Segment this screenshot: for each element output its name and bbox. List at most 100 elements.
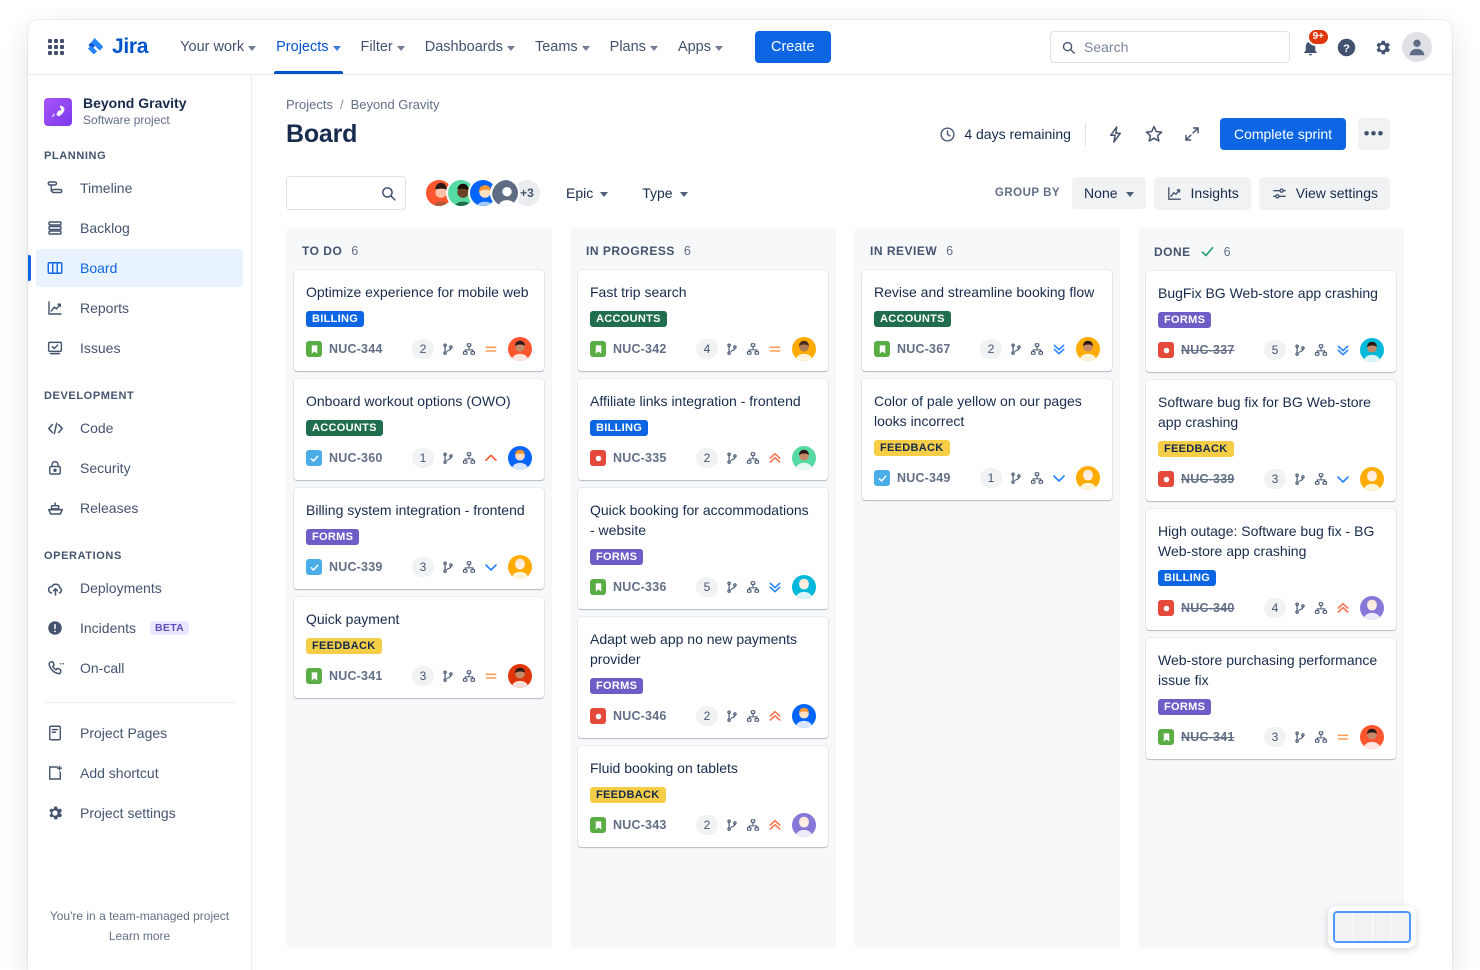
epic-label[interactable]: BILLING	[590, 420, 648, 436]
issue-key[interactable]: NUC-367	[897, 342, 951, 356]
story-points-badge[interactable]: 2	[696, 815, 718, 835]
board-minimap[interactable]	[1328, 906, 1416, 948]
user-avatar-icon[interactable]	[1402, 32, 1432, 62]
story-points-badge[interactable]: 2	[696, 706, 718, 726]
breadcrumb-projects[interactable]: Projects	[286, 97, 333, 112]
issue-key[interactable]: NUC-360	[329, 451, 383, 465]
more-actions-button[interactable]: •••	[1358, 118, 1390, 150]
epic-label[interactable]: FORMS	[306, 529, 359, 545]
epic-label[interactable]: FEEDBACK	[1158, 441, 1234, 457]
epic-filter-dropdown[interactable]: Epic	[556, 178, 618, 208]
insights-button[interactable]: Insights	[1154, 177, 1251, 210]
assignee-avatar[interactable]	[508, 664, 532, 688]
epic-label[interactable]: BILLING	[1158, 570, 1216, 586]
assignee-avatar[interactable]	[792, 446, 816, 470]
sidebar-item-security[interactable]: Security	[36, 449, 243, 487]
nav-item-apps[interactable]: Apps	[668, 20, 733, 74]
issue-key[interactable]: NUC-349	[897, 471, 951, 485]
issue-card[interactable]: Quick booking for accommodations - websi…	[578, 488, 828, 609]
sidebar-item-add-shortcut[interactable]: Add shortcut	[36, 754, 243, 792]
sidebar-item-timeline[interactable]: Timeline	[36, 169, 243, 207]
create-button[interactable]: Create	[755, 31, 831, 63]
issue-card[interactable]: Color of pale yellow on our pages looks …	[862, 379, 1112, 500]
story-points-badge[interactable]: 2	[412, 339, 434, 359]
sidebar-item-project-pages[interactable]: Project Pages	[36, 714, 243, 752]
breadcrumb-project[interactable]: Beyond Gravity	[351, 97, 440, 112]
issue-card[interactable]: High outage: Software bug fix - BG Web-s…	[1146, 509, 1396, 630]
epic-label[interactable]: FEEDBACK	[306, 638, 382, 654]
nav-item-projects[interactable]: Projects	[266, 20, 350, 74]
nav-item-your-work[interactable]: Your work	[170, 20, 266, 74]
assignee-avatar[interactable]	[1360, 467, 1384, 491]
star-icon[interactable]	[1138, 118, 1170, 150]
global-search-input[interactable]: Search	[1050, 31, 1290, 63]
story-points-badge[interactable]: 1	[412, 448, 434, 468]
epic-label[interactable]: FORMS	[590, 549, 643, 565]
assignee-avatar[interactable]	[1076, 466, 1100, 490]
story-points-badge[interactable]: 5	[1264, 340, 1286, 360]
issue-card[interactable]: BugFix BG Web-store app crashingFORMSNUC…	[1146, 271, 1396, 372]
story-points-badge[interactable]: 1	[980, 468, 1002, 488]
story-points-badge[interactable]: 3	[412, 666, 434, 686]
sidebar-item-code[interactable]: Code	[36, 409, 243, 447]
lightning-bolt-icon[interactable]	[1100, 118, 1132, 150]
sidebar-item-backlog[interactable]: Backlog	[36, 209, 243, 247]
sidebar-item-issues[interactable]: Issues	[36, 329, 243, 367]
epic-label[interactable]: FEEDBACK	[590, 787, 666, 803]
issue-key[interactable]: NUC-343	[613, 818, 667, 832]
sidebar-item-incidents[interactable]: Incidents BETA	[36, 609, 243, 647]
view-settings-button[interactable]: View settings	[1259, 177, 1390, 210]
sidebar-item-releases[interactable]: Releases	[36, 489, 243, 527]
story-points-badge[interactable]: 4	[696, 339, 718, 359]
story-points-badge[interactable]: 4	[1264, 598, 1286, 618]
epic-label[interactable]: FEEDBACK	[874, 440, 950, 456]
story-points-badge[interactable]: 3	[1264, 469, 1286, 489]
avatar[interactable]	[490, 178, 520, 208]
sidebar-item-board[interactable]: Board	[36, 249, 243, 287]
issue-key[interactable]: NUC-340	[1181, 601, 1235, 615]
issue-card[interactable]: Fast trip searchACCOUNTSNUC-3424	[578, 270, 828, 371]
complete-sprint-button[interactable]: Complete sprint	[1220, 118, 1346, 150]
nav-item-plans[interactable]: Plans	[600, 20, 668, 74]
epic-label[interactable]: ACCOUNTS	[590, 311, 667, 327]
story-points-badge[interactable]: 2	[696, 448, 718, 468]
issue-card[interactable]: Adapt web app no new payments providerFO…	[578, 617, 828, 738]
issue-card[interactable]: Web-store purchasing performance issue f…	[1146, 638, 1396, 759]
story-points-badge[interactable]: 5	[696, 577, 718, 597]
jira-logo[interactable]: Jira	[84, 35, 148, 59]
assignee-avatar[interactable]	[792, 337, 816, 361]
expand-icon[interactable]	[1176, 118, 1208, 150]
type-filter-dropdown[interactable]: Type	[632, 178, 697, 208]
issue-card[interactable]: Onboard workout options (OWO)ACCOUNTSNUC…	[294, 379, 544, 480]
nav-item-teams[interactable]: Teams	[525, 20, 600, 74]
issue-card[interactable]: Billing system integration - frontendFOR…	[294, 488, 544, 589]
issue-key[interactable]: NUC-346	[613, 709, 667, 723]
story-points-badge[interactable]: 2	[980, 339, 1002, 359]
assignee-avatar[interactable]	[792, 575, 816, 599]
issue-key[interactable]: NUC-335	[613, 451, 667, 465]
assignee-avatar[interactable]	[1360, 725, 1384, 749]
issue-key[interactable]: NUC-339	[1181, 472, 1235, 486]
settings-gear-icon[interactable]	[1366, 31, 1398, 63]
help-icon[interactable]: ?	[1330, 31, 1362, 63]
issue-key[interactable]: NUC-341	[329, 669, 383, 683]
sidebar-item-on-call[interactable]: On-call	[36, 649, 243, 687]
assignee-avatar[interactable]	[792, 813, 816, 837]
sidebar-item-reports[interactable]: Reports	[36, 289, 243, 327]
sidebar-item-deployments[interactable]: Deployments	[36, 569, 243, 607]
issue-key[interactable]: NUC-344	[329, 342, 383, 356]
issue-key[interactable]: NUC-341	[1181, 730, 1235, 744]
group-by-dropdown[interactable]: None	[1072, 177, 1145, 209]
issue-key[interactable]: NUC-336	[613, 580, 667, 594]
nav-item-dashboards[interactable]: Dashboards	[415, 20, 525, 74]
assignee-avatar[interactable]	[508, 337, 532, 361]
issue-card[interactable]: Quick paymentFEEDBACKNUC-3413	[294, 597, 544, 698]
assignee-avatar[interactable]	[508, 446, 532, 470]
sidebar-item-project-settings[interactable]: Project settings	[36, 794, 243, 832]
learn-more-link[interactable]: Learn more	[44, 926, 235, 946]
issue-card[interactable]: Revise and streamline booking flowACCOUN…	[862, 270, 1112, 371]
epic-label[interactable]: ACCOUNTS	[306, 420, 383, 436]
issue-key[interactable]: NUC-342	[613, 342, 667, 356]
issue-card[interactable]: Optimize experience for mobile webBILLIN…	[294, 270, 544, 371]
epic-label[interactable]: FORMS	[1158, 699, 1211, 715]
